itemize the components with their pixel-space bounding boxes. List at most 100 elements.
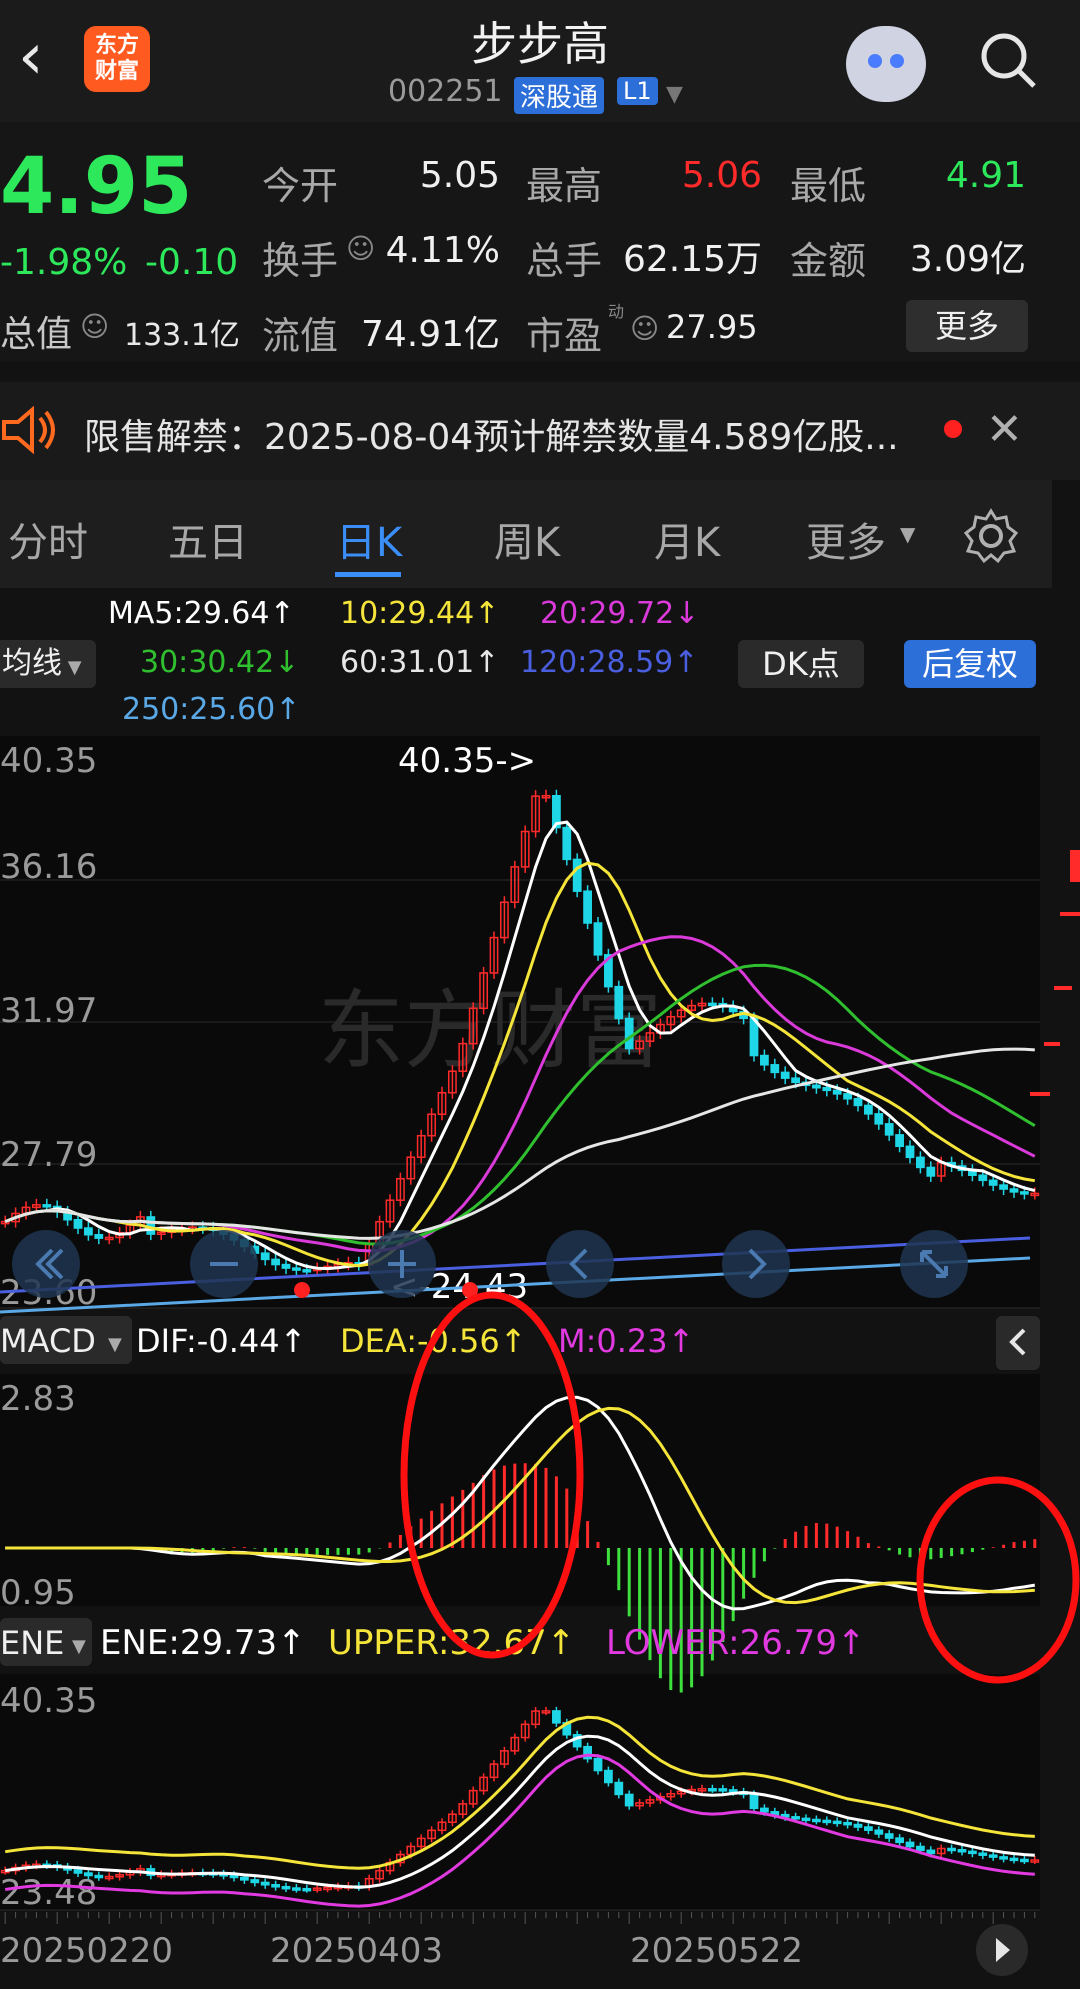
candle-body [42,1204,52,1208]
ene-candle-body [791,1816,800,1820]
ene-candle-body [240,1876,249,1881]
ene-candle-body [94,1874,104,1879]
k-y-label: 27.79 [0,1135,97,1175]
ene-candle-body [874,1829,884,1835]
collapse-panel-button [996,1316,1040,1370]
price-tick-mark [1030,1092,1050,1096]
candle-body [770,1064,780,1074]
macd-chart-bg [0,1374,1040,1606]
ene-candle-body [614,1781,624,1796]
candle-body [593,922,603,956]
ene-candle-body [624,1793,634,1807]
candle-body [708,1002,717,1007]
candle-body [812,1084,821,1089]
x-date-label: 20250522 [630,1931,803,1971]
k-y-label: 31.97 [0,991,97,1031]
ene-value-label: ENE:29.73↑ [100,1623,306,1663]
x-date-label: 20250220 [0,1931,173,1971]
candle-body [760,1054,769,1066]
ene-candle-body [999,1856,1008,1860]
ene-candle-body [864,1826,873,1831]
candle-body [926,1166,936,1177]
candle-body [260,1252,270,1261]
candle-body [292,1267,301,1271]
ene-candle-body [250,1879,260,1884]
candle-body [94,1233,104,1239]
ene-candle-body [1020,1858,1029,1863]
candle-body [84,1227,93,1236]
candle-body [905,1145,915,1159]
candle-body [572,858,582,892]
price-tick-mark [1060,912,1080,916]
ene-candle-body [801,1817,811,1822]
ene-lower-label: LOWER:26.79↑ [606,1623,865,1663]
signal-dot [294,1282,310,1298]
price-tick-mark [1044,1042,1060,1046]
macd-y-bottom: 0.95 [0,1573,76,1613]
ene-candle-body [926,1849,936,1855]
ene-candle-body [260,1881,270,1886]
candle-body [780,1071,790,1079]
ene-candle-body [271,1884,280,1888]
candle-body [1009,1188,1019,1193]
ene-y-bottom: 23.48 [0,1873,97,1913]
ene-candle-body [895,1837,904,1844]
ene-candle-body [73,1869,83,1874]
k-y-label: 36.16 [0,847,97,887]
ene-candle-body [229,1874,239,1879]
high-marker: 40.35-> [398,741,536,781]
ene-candle-body [593,1757,603,1772]
candle-body [791,1077,800,1084]
nav-next-button [722,1230,790,1298]
ene-candle-body [978,1852,988,1856]
candle-body [822,1086,832,1092]
candle-body [1020,1191,1029,1195]
price-tick-mark [1054,986,1072,990]
candle-body [874,1113,884,1125]
ene-candle-body [853,1823,863,1828]
ene-candle-body [905,1841,915,1848]
candle-body [884,1123,894,1136]
k-y-label: 40.35 [0,741,97,781]
ene-candle-body [884,1833,894,1839]
ene-candle-body [1009,1857,1019,1862]
candle-body [843,1093,852,1100]
candle-body [624,1017,634,1050]
candle-body [302,1269,312,1273]
ene-y-top: 40.35 [0,1681,97,1721]
k-chart-area[interactable]: 东方财富 40.35 36.16 31.97 27.79 23.60 40.35… [0,0,1080,1989]
candle-body [583,890,592,924]
ene-candle-body [968,1850,977,1855]
ene-candle-body [916,1845,925,1852]
nav-prev-button [546,1230,614,1298]
macd-m-label: M:0.23↑ [558,1322,694,1360]
ene-candle-body [988,1854,998,1858]
macd-selector-label: MACD [0,1322,96,1360]
ene-selector-label: ENE [0,1624,64,1662]
ene-candle-body [957,1848,967,1853]
ene-candle-body [552,1710,561,1724]
ene-candle-body [604,1769,613,1784]
candle-body [916,1156,925,1169]
candle-body [146,1216,156,1235]
watermark: 东方财富 [318,983,662,1079]
ene-candle-body [708,1788,717,1792]
candle-body [562,826,572,861]
ene-candle-body [749,1793,759,1810]
ene-candle-body [718,1788,728,1792]
candle-body [895,1134,904,1148]
x-date-label: 20250403 [270,1931,443,1971]
ene-candle-body [832,1820,842,1825]
ene-candle-body [281,1885,291,1890]
ene-candle-body [812,1818,821,1823]
macd-dif-label: DIF:-0.44↑ [136,1322,306,1360]
ene-candle-body [728,1789,738,1793]
ene-candle-body [843,1821,852,1826]
ene-candle-body [292,1887,301,1891]
ene-selector-chevron-icon: ▼ [72,1636,86,1657]
candle-body [281,1263,291,1269]
candle-body [73,1218,83,1229]
candle-body [999,1184,1008,1190]
candle-body [271,1258,280,1266]
candle-body [988,1179,998,1186]
